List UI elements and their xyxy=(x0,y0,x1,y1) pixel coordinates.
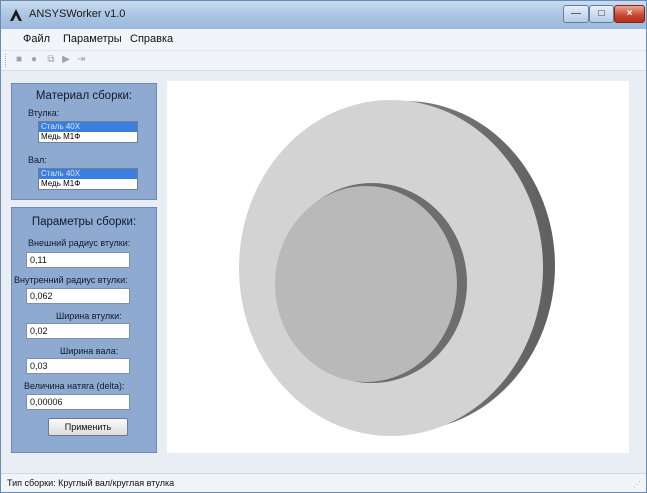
resize-grip-icon[interactable]: ⋰ xyxy=(633,480,642,489)
parameters-panel: Параметры сборки: Внешний радиус втулки:… xyxy=(11,207,157,453)
menu-parameters[interactable]: Параметры xyxy=(63,33,122,45)
shaft-option-copper[interactable]: Медь М1Ф xyxy=(39,179,137,189)
shaft-width-input[interactable]: 0,03 xyxy=(26,358,130,374)
menu-help[interactable]: Справка xyxy=(130,33,173,45)
bushing-width-input[interactable]: 0,02 xyxy=(26,323,130,339)
bushing-material-listbox[interactable]: Сталь 40Х Медь М1Ф xyxy=(38,121,138,143)
shaft-width-label: Ширина вала: xyxy=(60,346,119,356)
bushing-width-label: Ширина втулки: xyxy=(56,311,122,321)
play-icon[interactable]: ▶ xyxy=(60,54,72,66)
copy-icon[interactable]: ⧉ xyxy=(45,54,57,66)
menu-bar: Файл Параметры Справка xyxy=(1,29,646,51)
toolbar-grip[interactable] xyxy=(5,54,7,67)
model-viewport[interactable] xyxy=(167,81,629,453)
shaft-face-shape xyxy=(275,186,457,382)
shaft-material-listbox[interactable]: Сталь 40Х Медь М1Ф xyxy=(38,168,138,190)
close-button[interactable]: × xyxy=(614,5,645,23)
interference-input[interactable]: 0,00006 xyxy=(26,394,130,410)
app-logo-icon xyxy=(10,9,22,21)
bushing-label: Втулка: xyxy=(28,108,60,118)
menu-file[interactable]: Файл xyxy=(23,33,50,45)
shaft-label: Вал: xyxy=(28,155,47,165)
outer-radius-label: Внешний радиус втулки: xyxy=(28,238,131,248)
title-bar[interactable]: ANSYSWorker v1.0 — □ × xyxy=(1,1,646,29)
shaft-option-steel[interactable]: Сталь 40Х xyxy=(39,169,137,179)
apply-button[interactable]: Применить xyxy=(48,418,128,436)
material-panel-title: Материал сборки: xyxy=(35,90,133,102)
minimize-button[interactable]: — xyxy=(563,5,589,23)
status-bar: Тип сборки: Круглый вал/круглая втулка ⋰ xyxy=(1,473,646,492)
bushing-option-steel[interactable]: Сталь 40Х xyxy=(39,122,137,132)
inner-radius-input[interactable]: 0,062 xyxy=(26,288,130,304)
interference-label: Величина натяга (delta): xyxy=(24,381,125,391)
bushing-option-copper[interactable]: Медь М1Ф xyxy=(39,132,137,142)
inner-radius-label: Внутренний радиус втулки: xyxy=(14,275,128,285)
toolbar: ■ ● ⧉ ▶ ⇥ xyxy=(1,51,646,71)
maximize-button[interactable]: □ xyxy=(589,5,614,23)
parameters-panel-title: Параметры сборки: xyxy=(31,216,137,228)
window-title: ANSYSWorker v1.0 xyxy=(29,8,126,20)
material-panel: Материал сборки: Втулка: Сталь 40Х Медь … xyxy=(11,83,157,200)
status-text: Тип сборки: Круглый вал/круглая втулка xyxy=(7,478,175,488)
stop-icon[interactable]: ■ xyxy=(13,54,25,66)
step-icon[interactable]: ⇥ xyxy=(75,54,87,66)
outer-radius-input[interactable]: 0,11 xyxy=(26,252,130,268)
record-icon[interactable]: ● xyxy=(28,54,40,66)
app-window: ANSYSWorker v1.0 — □ × Файл Параметры Сп… xyxy=(0,0,647,493)
assembly-3d-render xyxy=(239,100,555,436)
